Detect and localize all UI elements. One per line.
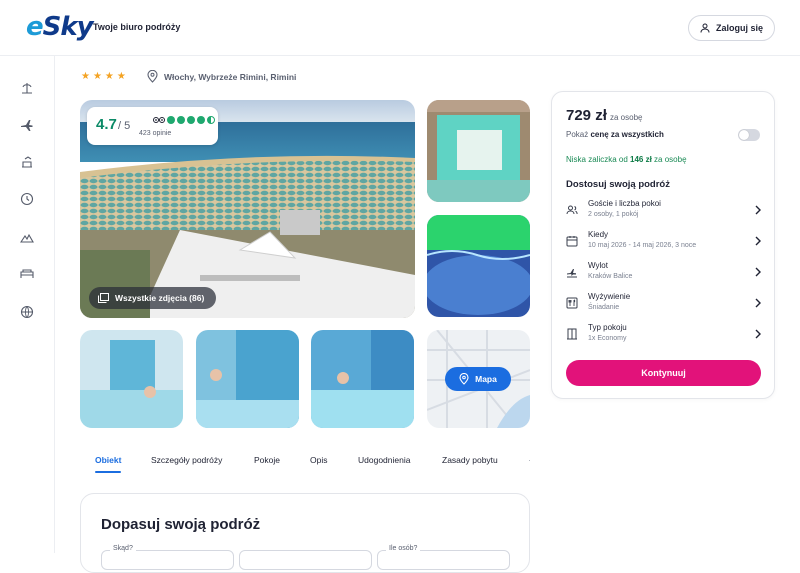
tripadvisor-rating: [153, 116, 215, 124]
location-label: Włochy, Wybrzeże Rimini, Rimini: [164, 71, 297, 82]
all-photos-button[interactable]: Wszystkie zdjęcia (86): [89, 287, 217, 309]
room-icon: [567, 328, 577, 340]
top-header: e Sky Twoje biuro podróży Zaloguj się: [0, 0, 800, 56]
option-title: Typ pokoju: [588, 323, 627, 332]
tagline: Twoje biuro podróży: [93, 22, 181, 32]
tripadvisor-icon: [153, 117, 165, 123]
gallery-photo-interior[interactable]: [427, 100, 530, 202]
opinions-count: 423 opinie: [139, 130, 172, 137]
option-dates[interactable]: Kiedy 10 maj 2026 - 14 maj 2026, 3 noce: [564, 230, 764, 254]
meal-icon: [566, 297, 578, 309]
customize-trip-section: Dopasuj swoją podróż Skąd? Ile osób?: [80, 493, 530, 573]
rating-score: 4.7: [96, 116, 117, 133]
rating-card[interactable]: 4.7 / 5 423 opinie: [87, 107, 218, 145]
tab-pokoje[interactable]: Pokoje: [254, 455, 280, 465]
gallery-icon: [98, 293, 109, 303]
chevron-right-icon: [755, 329, 761, 339]
esky-logo[interactable]: e Sky: [26, 12, 94, 42]
people-label: Ile osób?: [386, 545, 421, 552]
user-icon: [700, 23, 710, 33]
date-field[interactable]: [239, 550, 372, 570]
option-room[interactable]: Typ pokoju 1x Economy: [564, 323, 764, 347]
option-title: Kiedy: [588, 230, 609, 239]
from-label: Skąd?: [110, 545, 136, 552]
chevron-right-icon: [755, 298, 761, 308]
show-total-text: Pokaż cenę za wszystkich: [566, 130, 664, 139]
calendar-icon: [566, 236, 578, 247]
from-field[interactable]: Skąd?: [101, 545, 234, 570]
last-minute-icon[interactable]: [19, 191, 35, 207]
customize-title: Dostosuj swoją podróż: [566, 179, 670, 190]
rating-dot: [167, 116, 175, 124]
price-per: za osobę: [610, 113, 643, 122]
tab-opis[interactable]: Opis: [310, 455, 327, 465]
flight-icon[interactable]: [19, 117, 35, 133]
beach-icon[interactable]: [19, 80, 35, 96]
booking-card: 729 zł za osobę Pokaż cenę za wszystkich…: [551, 91, 775, 399]
tabs-more-indicator[interactable]: ·: [528, 455, 531, 465]
departure-icon: [567, 269, 577, 278]
hotel-bed-icon[interactable]: [19, 266, 35, 282]
rating-dot: [197, 116, 205, 124]
map-label: Mapa: [475, 374, 497, 384]
hotel-location[interactable]: Włochy, Wybrzeże Rimini, Rimini: [147, 70, 296, 83]
gallery-photo-hydro-3[interactable]: [311, 330, 414, 428]
tab-zasady[interactable]: Zasady pobytu: [442, 455, 498, 465]
hotel-stars: ★★★★: [81, 71, 129, 82]
deposit-text: Niska zaliczka od 146 zł za osobę: [566, 155, 687, 164]
option-guests[interactable]: Goście i liczba pokoi 2 osoby, 1 pokój: [564, 199, 764, 223]
detail-tabs: Obiekt Szczegóły podróży Pokoje Opis Udo…: [80, 455, 535, 477]
price: 729 zł: [566, 107, 607, 124]
option-title: Goście i liczba pokoi: [588, 199, 661, 208]
continue-button[interactable]: Kontynuuj: [566, 360, 761, 386]
globe-icon[interactable]: [19, 304, 35, 320]
chevron-right-icon: [755, 267, 761, 277]
tab-udogodnienia[interactable]: Udogodnienia: [358, 455, 410, 465]
login-label: Zaloguj się: [715, 23, 763, 33]
option-departure[interactable]: Wylot Kraków Balice: [564, 261, 764, 285]
active-tab-underline: [95, 471, 121, 473]
map-pin-icon: [459, 373, 469, 385]
all-photos-label: Wszystkie zdjęcia (86): [115, 293, 205, 303]
people-field[interactable]: Ile osób?: [377, 545, 510, 570]
logo-sky: Sky: [42, 12, 94, 42]
option-sub: Śniadanie: [588, 304, 620, 311]
mountain-icon[interactable]: [19, 229, 35, 245]
map-button[interactable]: Mapa: [445, 367, 511, 391]
left-sidebar: [0, 56, 55, 553]
rating-dot: [177, 116, 185, 124]
gallery-photo-pool-green[interactable]: [427, 215, 530, 317]
total-price-toggle[interactable]: [738, 129, 760, 141]
option-sub: 2 osoby, 1 pokój: [588, 211, 639, 218]
flight-hotel-icon[interactable]: [19, 154, 35, 170]
hotel-title-cutoff: [56, 56, 536, 62]
gallery-photo-hydro-1[interactable]: [80, 330, 183, 428]
option-title: Wylot: [588, 261, 608, 270]
location-pin-icon: [147, 70, 158, 83]
chevron-right-icon: [755, 205, 761, 215]
gallery-photo-hydro-2[interactable]: [196, 330, 299, 428]
option-sub: 10 maj 2026 - 14 maj 2026, 3 noce: [588, 242, 697, 249]
section-title: Dopasuj swoją podróż: [101, 516, 261, 533]
logo-e: e: [26, 12, 44, 42]
option-sub: Kraków Balice: [588, 273, 633, 280]
rating-dot-half: [207, 116, 215, 124]
tab-obiekt[interactable]: Obiekt: [95, 455, 121, 465]
chevron-right-icon: [755, 236, 761, 246]
option-title: Wyżywienie: [588, 292, 631, 301]
option-meal[interactable]: Wyżywienie Śniadanie: [564, 292, 764, 316]
rating-dot: [187, 116, 195, 124]
rating-max: / 5: [118, 120, 131, 132]
guests-icon: [566, 205, 578, 215]
option-sub: 1x Economy: [588, 335, 627, 342]
tab-szczegoly[interactable]: Szczegóły podróży: [151, 455, 222, 465]
login-button[interactable]: Zaloguj się: [688, 15, 775, 41]
